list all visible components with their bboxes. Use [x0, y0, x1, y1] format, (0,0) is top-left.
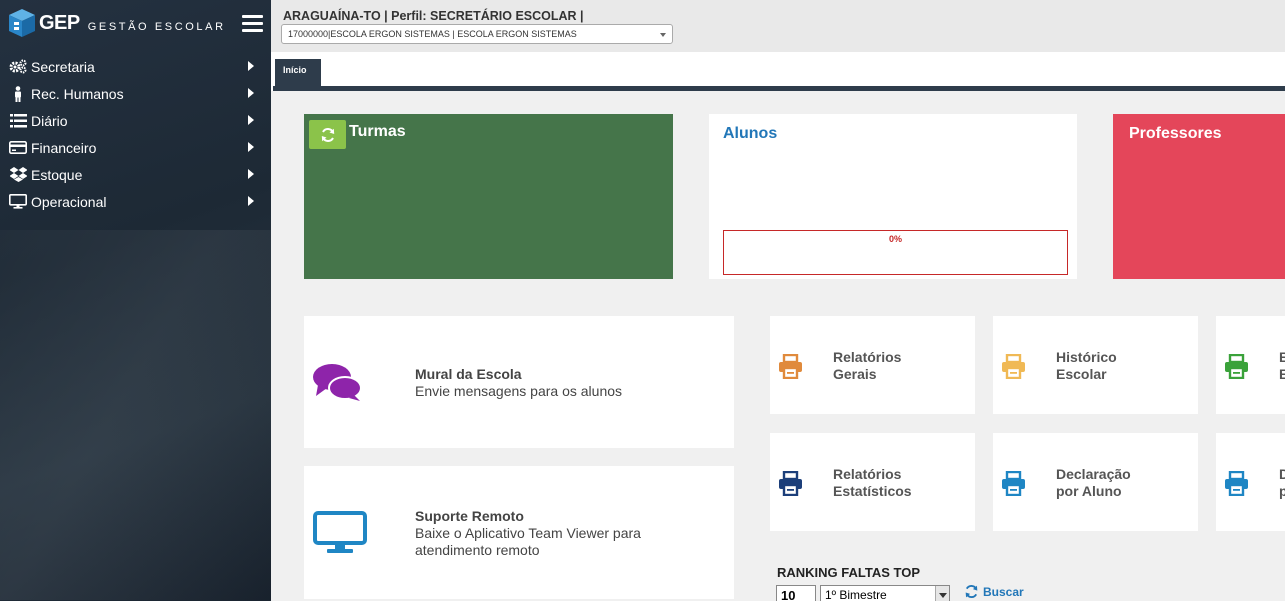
chevron-right-icon: [248, 88, 254, 98]
monitor-icon: [313, 511, 367, 553]
tile-label: BE: [1279, 349, 1285, 382]
school-select-value: 17000000|ESCOLA ERGON SISTEMAS | ESCOLA …: [288, 29, 577, 39]
tile-relatorios-estatisticos[interactable]: Relatórios Estatísticos: [770, 433, 975, 531]
turmas-title: Turmas: [349, 123, 406, 140]
tile-label: Relatórios Estatísticos: [833, 466, 912, 499]
chevron-right-icon: [248, 196, 254, 206]
logo[interactable]: GEP GESTÃO ESCOLAR: [8, 6, 226, 40]
logo-text: GEP: [39, 11, 80, 34]
cube-logo-icon: [9, 9, 35, 37]
mural-title: Mural da Escola: [415, 366, 522, 382]
school-select[interactable]: 17000000|ESCOLA ERGON SISTEMAS | ESCOLA …: [281, 24, 673, 44]
professores-title: Professores: [1129, 125, 1222, 142]
dropbox-icon: [9, 167, 27, 183]
tile-label: Dp: [1279, 466, 1285, 499]
alunos-title: Alunos: [723, 125, 778, 142]
sidebar-item-label: Estoque: [31, 166, 83, 183]
refresh-button[interactable]: [309, 120, 346, 149]
tile-declaracao-por-aluno[interactable]: Declaração por Aluno: [993, 433, 1198, 531]
tile-historico-escolar[interactable]: Histórico Escolar: [993, 316, 1198, 414]
printer-icon: [1225, 354, 1248, 379]
alunos-card[interactable]: Alunos 0%: [709, 114, 1077, 279]
printer-icon: [779, 354, 802, 379]
printer-icon: [779, 471, 802, 496]
progress-label: 0%: [888, 234, 902, 244]
alunos-progress-bar: 0%: [723, 230, 1068, 275]
sidebar-item-diario[interactable]: Diário: [0, 107, 271, 134]
suporte-desc: Baixe o Aplicativo Team Viewer para aten…: [415, 525, 641, 558]
sidebar-item-rec-humanos[interactable]: Rec. Humanos: [0, 80, 271, 107]
dropdown-arrow-icon: [935, 586, 949, 601]
context-label: ARAGUAÍNA-TO | Perfil: SECRETÁRIO ESCOLA…: [283, 9, 584, 23]
tab-bar: Início: [271, 52, 1285, 91]
tile-label: Histórico Escolar: [1056, 349, 1117, 382]
gears-icon: [9, 59, 27, 75]
sidebar-item-operacional[interactable]: Operacional: [0, 188, 271, 215]
person-icon: [9, 85, 27, 102]
mural-desc: Envie mensagens para os alunos: [415, 383, 623, 399]
ranking-count-input[interactable]: 10: [776, 585, 816, 601]
chevron-right-icon: [248, 61, 254, 71]
sidebar-item-label: Diário: [31, 112, 68, 129]
header: ARAGUAÍNA-TO | Perfil: SECRETÁRIO ESCOLA…: [271, 0, 1285, 52]
tile-relatorios-gerais[interactable]: Relatórios Gerais: [770, 316, 975, 414]
sidebar: GEP GESTÃO ESCOLAR Secretaria Rec. Human…: [0, 0, 271, 601]
tile-label: Declaração por Aluno: [1056, 466, 1131, 499]
chevron-right-icon: [248, 115, 254, 125]
monitor-icon: [9, 194, 27, 210]
printer-icon: [1225, 471, 1248, 496]
mural-card[interactable]: Mural da Escola Envie mensagens para os …: [304, 316, 734, 448]
menu-toggle-icon[interactable]: [242, 15, 263, 33]
caret-down-icon: [660, 33, 666, 37]
tile-label: Relatórios Gerais: [833, 349, 902, 382]
tile-report-3[interactable]: BE: [1216, 316, 1285, 414]
suporte-card[interactable]: Suporte Remoto Baixe o Aplicativo Team V…: [304, 466, 734, 599]
buscar-button[interactable]: Buscar: [964, 584, 1024, 599]
tile-report-6[interactable]: Dp: [1216, 433, 1285, 531]
sidebar-item-label: Secretaria: [31, 58, 95, 75]
sidebar-item-estoque[interactable]: Estoque: [0, 161, 271, 188]
refresh-icon: [965, 584, 978, 599]
sidebar-item-secretaria[interactable]: Secretaria: [0, 53, 271, 80]
sidebar-item-financeiro[interactable]: Financeiro: [0, 134, 271, 161]
printer-icon: [1002, 354, 1025, 379]
list-icon: [9, 113, 27, 129]
sidebar-background: [0, 230, 271, 600]
credit-card-icon: [9, 140, 27, 156]
logo-subtitle: GESTÃO ESCOLAR: [87, 21, 226, 33]
tab-underline: [273, 86, 1285, 91]
printer-icon: [1002, 471, 1025, 496]
sidebar-item-label: Rec. Humanos: [31, 85, 124, 102]
sidebar-item-label: Operacional: [31, 193, 107, 210]
chevron-right-icon: [248, 142, 254, 152]
professores-card[interactable]: Professores: [1113, 114, 1285, 279]
chat-bubbles-icon: [313, 364, 362, 401]
tab-inicio[interactable]: Início: [275, 59, 321, 87]
sidebar-item-label: Financeiro: [31, 139, 97, 156]
ranking-title: RANKING FALTAS TOP: [777, 565, 920, 580]
chevron-right-icon: [248, 169, 254, 179]
refresh-icon: [321, 127, 334, 142]
buscar-label: Buscar: [983, 584, 1024, 599]
ranking-period-select[interactable]: 1º Bimestre: [820, 585, 950, 601]
sidebar-menu: Secretaria Rec. Humanos Diário Financeir…: [0, 53, 271, 215]
suporte-title: Suporte Remoto: [415, 508, 524, 524]
ranking-period-value: 1º Bimestre: [825, 588, 887, 601]
turmas-card[interactable]: Turmas: [304, 114, 673, 279]
